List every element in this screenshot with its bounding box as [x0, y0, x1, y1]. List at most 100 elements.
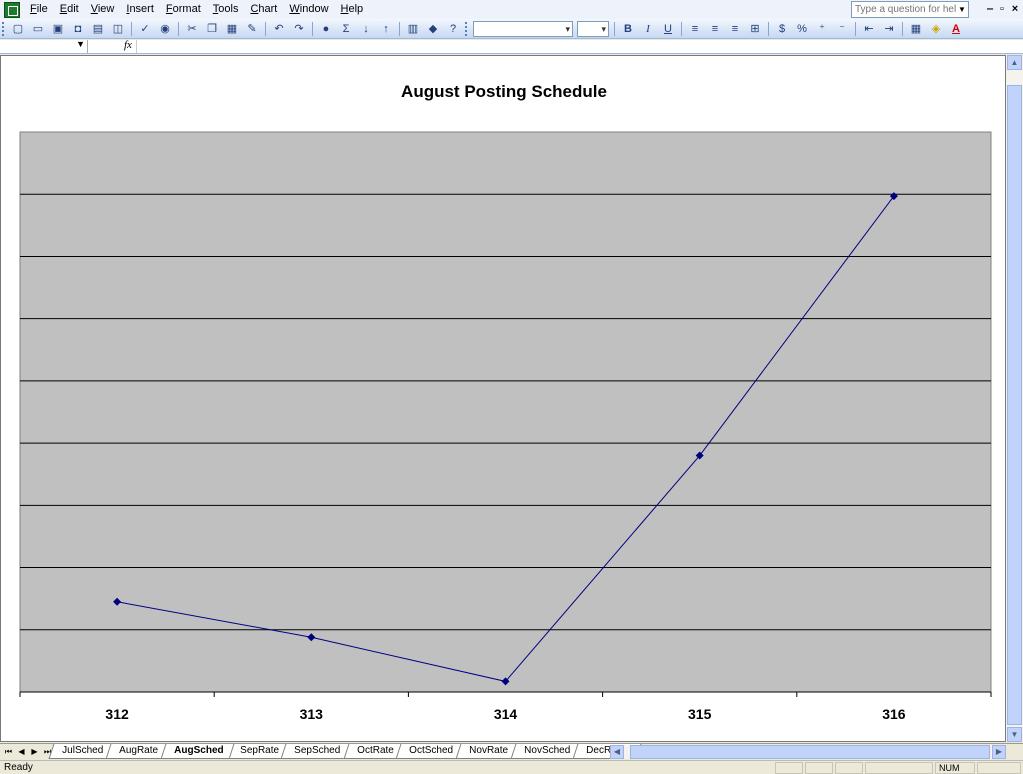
sort-descending-icon[interactable]: ↑ [377, 20, 395, 38]
chart-title[interactable]: August Posting Schedule [401, 82, 607, 101]
status-cell [775, 762, 803, 774]
sheet-tab-augrate[interactable]: AugRate [105, 744, 170, 759]
vertical-scrollbar[interactable]: ▲ ▼ [1006, 55, 1023, 742]
name-box[interactable]: ▼ [0, 39, 88, 53]
status-bar: Ready NUM [0, 760, 1023, 774]
next-sheet-icon[interactable]: ▶ [28, 745, 41, 758]
autosum-icon[interactable]: Σ [337, 20, 355, 38]
excel-app-icon[interactable] [4, 1, 20, 18]
formula-input[interactable] [136, 40, 1023, 53]
x-tick-label: 316 [882, 706, 906, 722]
italic-button[interactable]: I [639, 20, 657, 38]
x-axis-labels: 312 313 314 315 316 [105, 706, 905, 722]
new-icon[interactable]: ▢ [9, 20, 27, 38]
menu-window[interactable]: Window [283, 0, 334, 19]
align-right-icon[interactable]: ≡ [726, 20, 744, 38]
tab-navigation: ⏮ ◀ ▶ ⏭ [2, 745, 54, 758]
chart-area[interactable]: August Posting Schedule 312 313 314 315 316 [1, 56, 1005, 741]
open-icon[interactable]: ▭ [29, 20, 47, 38]
center-icon[interactable]: ≡ [706, 20, 724, 38]
decrease-indent-icon[interactable]: ⇤ [860, 20, 878, 38]
drawing-icon[interactable]: ◆ [424, 20, 442, 38]
sheet-tab-octsched[interactable]: OctSched [395, 744, 465, 759]
menu-chart[interactable]: Chart [244, 0, 283, 19]
sheet-tab-bar: ⏮ ◀ ▶ ⏭ JulSched AugRate AugSched SepRat… [0, 743, 1023, 759]
font-size-select[interactable] [577, 20, 609, 37]
font-color-button[interactable]: A [947, 20, 965, 38]
help-search-input[interactable] [852, 2, 956, 17]
sheet-tab-novsched[interactable]: NovSched [510, 744, 582, 759]
research-icon[interactable]: ◉ [156, 20, 174, 38]
currency-button[interactable]: $ [773, 20, 791, 38]
chart-wizard-icon[interactable]: ▥ [404, 20, 422, 38]
print-icon[interactable]: ▤ [89, 20, 107, 38]
insert-function-icon[interactable]: fx [124, 39, 132, 51]
scroll-left-button[interactable]: ◀ [610, 745, 624, 759]
status-cell [835, 762, 863, 774]
redo-icon[interactable]: ↷ [290, 20, 308, 38]
name-box-dropdown-icon[interactable]: ▼ [76, 39, 85, 49]
menu-edit[interactable]: Edit [54, 0, 85, 19]
increase-indent-icon[interactable]: ⇥ [880, 20, 898, 38]
toolbar-separator [131, 21, 132, 36]
scroll-right-button[interactable]: ▶ [992, 745, 1006, 759]
menu-format[interactable]: Format [160, 0, 207, 19]
sheet-tab-augsched[interactable]: AugSched [160, 744, 235, 759]
close-window-button[interactable]: × [1008, 2, 1022, 16]
first-sheet-icon[interactable]: ⏮ [2, 745, 15, 758]
scroll-up-button[interactable]: ▲ [1007, 55, 1022, 70]
prev-sheet-icon[interactable]: ◀ [15, 745, 28, 758]
horizontal-scroll-thumb[interactable] [630, 745, 990, 759]
save-icon[interactable]: ▣ [49, 20, 67, 38]
cut-icon[interactable]: ✂ [183, 20, 201, 38]
format-painter-icon[interactable]: ✎ [243, 20, 261, 38]
x-tick-label: 312 [105, 706, 129, 722]
decrease-decimal-icon[interactable]: ⁻ [833, 20, 851, 38]
sheet-tab-julsched[interactable]: JulSched [48, 744, 115, 759]
permission-icon[interactable]: ◘ [69, 20, 87, 38]
help-icon[interactable]: ? [444, 20, 462, 38]
fill-color-icon[interactable]: ◈ [927, 20, 945, 38]
paste-icon[interactable]: ▦ [223, 20, 241, 38]
sheet-tab-sepsched[interactable]: SepSched [281, 744, 353, 759]
toolbar-separator [265, 21, 266, 36]
horizontal-scrollbar[interactable]: ◀ ▶ [610, 745, 1006, 759]
status-num: NUM [935, 762, 975, 774]
increase-decimal-icon[interactable]: ⁺ [813, 20, 831, 38]
sort-ascending-icon[interactable]: ↓ [357, 20, 375, 38]
help-search-box: ▼ [851, 1, 969, 18]
toolbar-separator [399, 21, 400, 36]
menu-insert[interactable]: Insert [120, 0, 160, 19]
underline-button[interactable]: U [659, 20, 677, 38]
sheet-tab-novrate[interactable]: NovRate [455, 744, 520, 759]
menu-file[interactable]: File [24, 0, 54, 19]
help-dropdown-icon[interactable]: ▼ [956, 2, 968, 17]
toolbar-grip[interactable] [2, 21, 6, 36]
scroll-down-button[interactable]: ▼ [1007, 727, 1022, 742]
spelling-icon[interactable]: ✓ [136, 20, 154, 38]
toolbar-separator [681, 21, 682, 36]
undo-icon[interactable]: ↶ [270, 20, 288, 38]
borders-icon[interactable]: ▦ [907, 20, 925, 38]
copy-icon[interactable]: ❐ [203, 20, 221, 38]
font-name-select[interactable] [473, 20, 573, 37]
status-cell [977, 762, 1021, 774]
print-preview-icon[interactable]: ◫ [109, 20, 127, 38]
menu-tools[interactable]: Tools [207, 0, 245, 19]
status-ready: Ready [4, 762, 33, 773]
x-tick-label: 313 [300, 706, 324, 722]
vertical-scroll-thumb[interactable] [1007, 85, 1022, 725]
toolbar-grip[interactable] [465, 21, 469, 36]
align-left-icon[interactable]: ≡ [686, 20, 704, 38]
plot-area[interactable] [19, 131, 992, 693]
merge-icon[interactable]: ⊞ [746, 20, 764, 38]
menu-help[interactable]: Help [335, 0, 370, 19]
status-cell [865, 762, 933, 774]
chart-sheet[interactable]: August Posting Schedule 312 313 314 315 316 [0, 55, 1006, 742]
restore-window-button[interactable]: ▫ [995, 2, 1009, 16]
menu-view[interactable]: View [85, 0, 121, 19]
hyperlink-icon[interactable]: ● [317, 20, 335, 38]
bold-button[interactable]: B [619, 20, 637, 38]
percent-button[interactable]: % [793, 20, 811, 38]
toolbar: ▢ ▭ ▣ ◘ ▤ ◫ ✓ ◉ ✂ ❐ ▦ ✎ ↶ ↷ ● Σ ↓ ↑ ▥ ◆ … [0, 19, 1023, 39]
